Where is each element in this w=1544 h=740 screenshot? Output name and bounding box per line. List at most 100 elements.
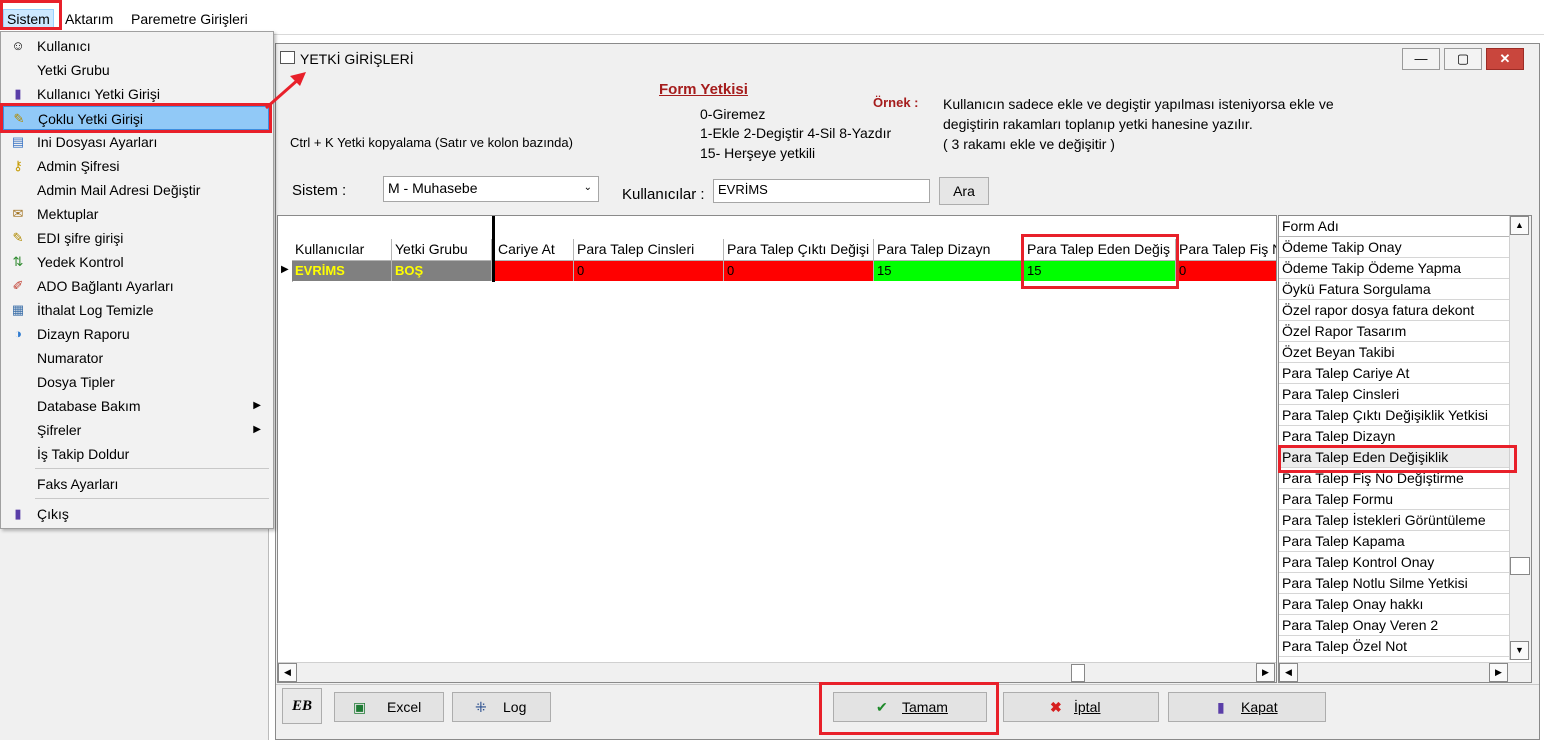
column-header[interactable]: Yetki Grubu xyxy=(392,239,492,261)
menu-item-database-bakim[interactable]: Database Bakım ▶ xyxy=(3,394,269,418)
eb-button[interactable]: EB xyxy=(282,688,322,724)
menu-item-ithalat-log-temizle[interactable]: ▦ İthalat Log Temizle xyxy=(3,298,269,322)
menu-item-dizayn-raporu[interactable]: ◑ Dizayn Raporu xyxy=(3,322,269,346)
code-line: 1-Ekle 2-Degiştir 4-Sil 8-Yazdır xyxy=(700,125,892,141)
form-list-item[interactable]: Özet Beyan Takibi xyxy=(1279,342,1511,363)
scroll-right-icon[interactable]: ▶ xyxy=(1489,663,1508,682)
menu-item-admin-sifresi[interactable]: ⚷ Admin Şifresi xyxy=(3,154,269,178)
form-list-item[interactable]: Para Talep Dizayn xyxy=(1279,426,1511,447)
menu-aktarim[interactable]: Aktarım xyxy=(65,10,113,28)
column-header[interactable]: Para Talep Dizayn xyxy=(874,239,1024,261)
tamam-button[interactable]: ✔ Tamam xyxy=(833,692,987,722)
cell-value-para-talep-eden[interactable]: 15 xyxy=(1024,261,1176,281)
form-list-item[interactable]: Para Talep Formu xyxy=(1279,489,1511,510)
menu-item-edi-sifre-girisi[interactable]: ✎ EDI şifre girişi xyxy=(3,226,269,250)
sistem-label: Sistem : xyxy=(292,182,347,199)
cell-user[interactable]: EVRİMS xyxy=(292,261,392,281)
column-header[interactable]: Cariye At xyxy=(495,239,574,261)
log-button[interactable]: ⁜ Log xyxy=(452,692,551,722)
column-header[interactable]: Kullanıcılar xyxy=(292,239,392,261)
form-list-item[interactable]: Para Talep Cinsleri xyxy=(1279,384,1511,405)
menu-item-coklu-yetki-girisi[interactable]: ✎ Çoklu Yetki Girişi xyxy=(3,106,269,130)
close-button[interactable]: ✕ xyxy=(1486,48,1524,70)
form-list-item[interactable]: Para Talep Özel Not xyxy=(1279,636,1511,657)
scroll-right-icon[interactable]: ▶ xyxy=(1256,663,1275,682)
menu-item-dosya-tipler[interactable]: Dosya Tipler xyxy=(3,370,269,394)
form-list-item[interactable]: Ödeme Takip Onay xyxy=(1279,237,1511,258)
maximize-button[interactable]: ▢ xyxy=(1444,48,1482,70)
log-icon: ⁜ xyxy=(475,699,487,715)
scroll-thumb[interactable] xyxy=(1071,664,1085,682)
menu-item-ado-baglanti-ayarlari[interactable]: ✐ ADO Bağlantı Ayarları xyxy=(3,274,269,298)
menu-item-numarator[interactable]: Numarator xyxy=(3,346,269,370)
kapat-button[interactable]: ▮ Kapat xyxy=(1168,692,1326,722)
iptal-button[interactable]: ✖ İptal xyxy=(1003,692,1159,722)
menu-sistem[interactable]: Sistem xyxy=(3,9,54,29)
cell-value[interactable]: 0 xyxy=(1176,261,1276,281)
checkmark-icon: ✔ xyxy=(876,699,888,715)
excel-button[interactable]: ▣ Excel xyxy=(334,692,444,722)
kullanicilar-input[interactable]: EVRİMS xyxy=(713,179,930,203)
menu-item-sifreler[interactable]: Şifreler ▶ xyxy=(3,418,269,442)
ornek-text: Kullanıcın sadece ekle ve degiştir yapıl… xyxy=(943,96,1334,112)
column-header[interactable]: Para Talep Fiş N xyxy=(1176,239,1276,261)
connection-icon: ✐ xyxy=(12,278,24,293)
form-list-item[interactable]: Para Talep Çıktı Değişiklik Yetkisi xyxy=(1279,405,1511,426)
form-list-item[interactable]: Para Talep Notlu Silme Yetkisi xyxy=(1279,573,1511,594)
scroll-thumb[interactable] xyxy=(1510,557,1530,575)
menu-parametre-girisleri[interactable]: Paremetre Girişleri xyxy=(131,10,248,28)
form-list-horizontal-scrollbar[interactable]: ◀ ▶ xyxy=(1279,662,1531,682)
scroll-up-icon[interactable]: ▲ xyxy=(1510,216,1529,235)
menu-item-faks-ayarlari[interactable]: Faks Ayarları xyxy=(3,472,269,496)
form-list-item[interactable]: Para Talep Kontrol Onay xyxy=(1279,552,1511,573)
grid-horizontal-scrollbar[interactable]: ◀ ▶ xyxy=(278,662,1276,682)
form-list[interactable]: Form Adı Ödeme Takip Onay Ödeme Takip Öd… xyxy=(1278,215,1532,683)
menu-item-cikis[interactable]: ▮ Çıkış xyxy=(3,502,269,526)
annotation-arrow-icon xyxy=(265,72,306,110)
cell-group[interactable]: BOŞ xyxy=(392,261,492,281)
scroll-left-icon[interactable]: ◀ xyxy=(278,663,297,682)
column-header[interactable]: Para Talep Cinsleri xyxy=(574,239,724,261)
form-list-item-selected[interactable]: Para Talep Eden Değişiklik xyxy=(1279,447,1511,468)
form-list-item[interactable]: Özel rapor dosya fatura dekont xyxy=(1279,300,1511,321)
yetki-grid[interactable]: ▶ Kullanıcılar Yetki Grubu Cariye At Par… xyxy=(277,215,1277,683)
scroll-left-icon[interactable]: ◀ xyxy=(1279,663,1298,682)
bottom-divider xyxy=(276,684,1539,685)
sistem-select[interactable]: M - Muhasebe ⌄ xyxy=(383,176,599,202)
ornek-text: ( 3 rakamı ekle ve değişitir ) xyxy=(943,136,1115,152)
form-list-item[interactable]: Para Talep Onay hakkı xyxy=(1279,594,1511,615)
form-list-item[interactable]: Para Talep İstekleri Görüntüleme xyxy=(1279,510,1511,531)
form-list-item[interactable]: Ödeme Takip Ödeme Yapma xyxy=(1279,258,1511,279)
sistem-dropdown-menu: ☺ Kullanıcı Yetki Grubu ▮ Kullanıcı Yetk… xyxy=(0,31,274,529)
form-list-item[interactable]: Öykü Fatura Sorgulama xyxy=(1279,279,1511,300)
menu-item-yetki-grubu[interactable]: Yetki Grubu xyxy=(3,58,269,82)
form-list-item[interactable]: Para Talep Onay Veren 2 xyxy=(1279,615,1511,636)
menu-item-is-takip-doldur[interactable]: İş Takip Doldur xyxy=(3,442,269,466)
form-list-item[interactable]: Para Talep Cariye At xyxy=(1279,363,1511,384)
cell-value[interactable] xyxy=(495,261,574,281)
settings-file-icon: ▤ xyxy=(11,134,25,149)
form-list-item[interactable]: Para Talep Kapama xyxy=(1279,531,1511,552)
cell-value[interactable]: 0 xyxy=(724,261,874,281)
menu-item-yedek-kontrol[interactable]: ⇅ Yedek Kontrol xyxy=(3,250,269,274)
minimize-button[interactable]: — xyxy=(1402,48,1440,70)
ara-button[interactable]: Ara xyxy=(939,177,989,205)
submenu-arrow-icon: ▶ xyxy=(253,400,261,411)
menu-item-admin-mail-adresi[interactable]: Admin Mail Adresi Değiştir xyxy=(3,178,269,202)
menu-item-mektuplar[interactable]: ✉ Mektuplar xyxy=(3,202,269,226)
column-header[interactable]: Para Talep Çıktı Değişi xyxy=(724,239,874,261)
form-list-item[interactable]: Para Talep Fiş No Değiştirme xyxy=(1279,468,1511,489)
bottle-icon: ▮ xyxy=(14,86,22,101)
cell-value[interactable]: 15 xyxy=(874,261,1024,281)
menu-item-ini-dosyasi-ayarlari[interactable]: ▤ Ini Dosyası Ayarları xyxy=(3,130,269,154)
key-icon: ⚷ xyxy=(13,158,23,173)
menu-item-kullanici-yetki-girisi[interactable]: ▮ Kullanıcı Yetki Girişi xyxy=(3,82,269,106)
form-list-item[interactable]: Özel Rapor Tasarım xyxy=(1279,321,1511,342)
column-header[interactable]: Para Talep Eden Değiş xyxy=(1024,239,1176,261)
menu-item-kullanici[interactable]: ☺ Kullanıcı xyxy=(3,34,269,58)
form-list-header: Form Adı xyxy=(1279,216,1511,237)
scroll-down-icon[interactable]: ▼ xyxy=(1510,641,1529,660)
cell-value[interactable]: 0 xyxy=(574,261,724,281)
form-list-vertical-scrollbar[interactable]: ▲ ▼ xyxy=(1509,216,1531,660)
ornek-label: Örnek : xyxy=(873,95,919,110)
